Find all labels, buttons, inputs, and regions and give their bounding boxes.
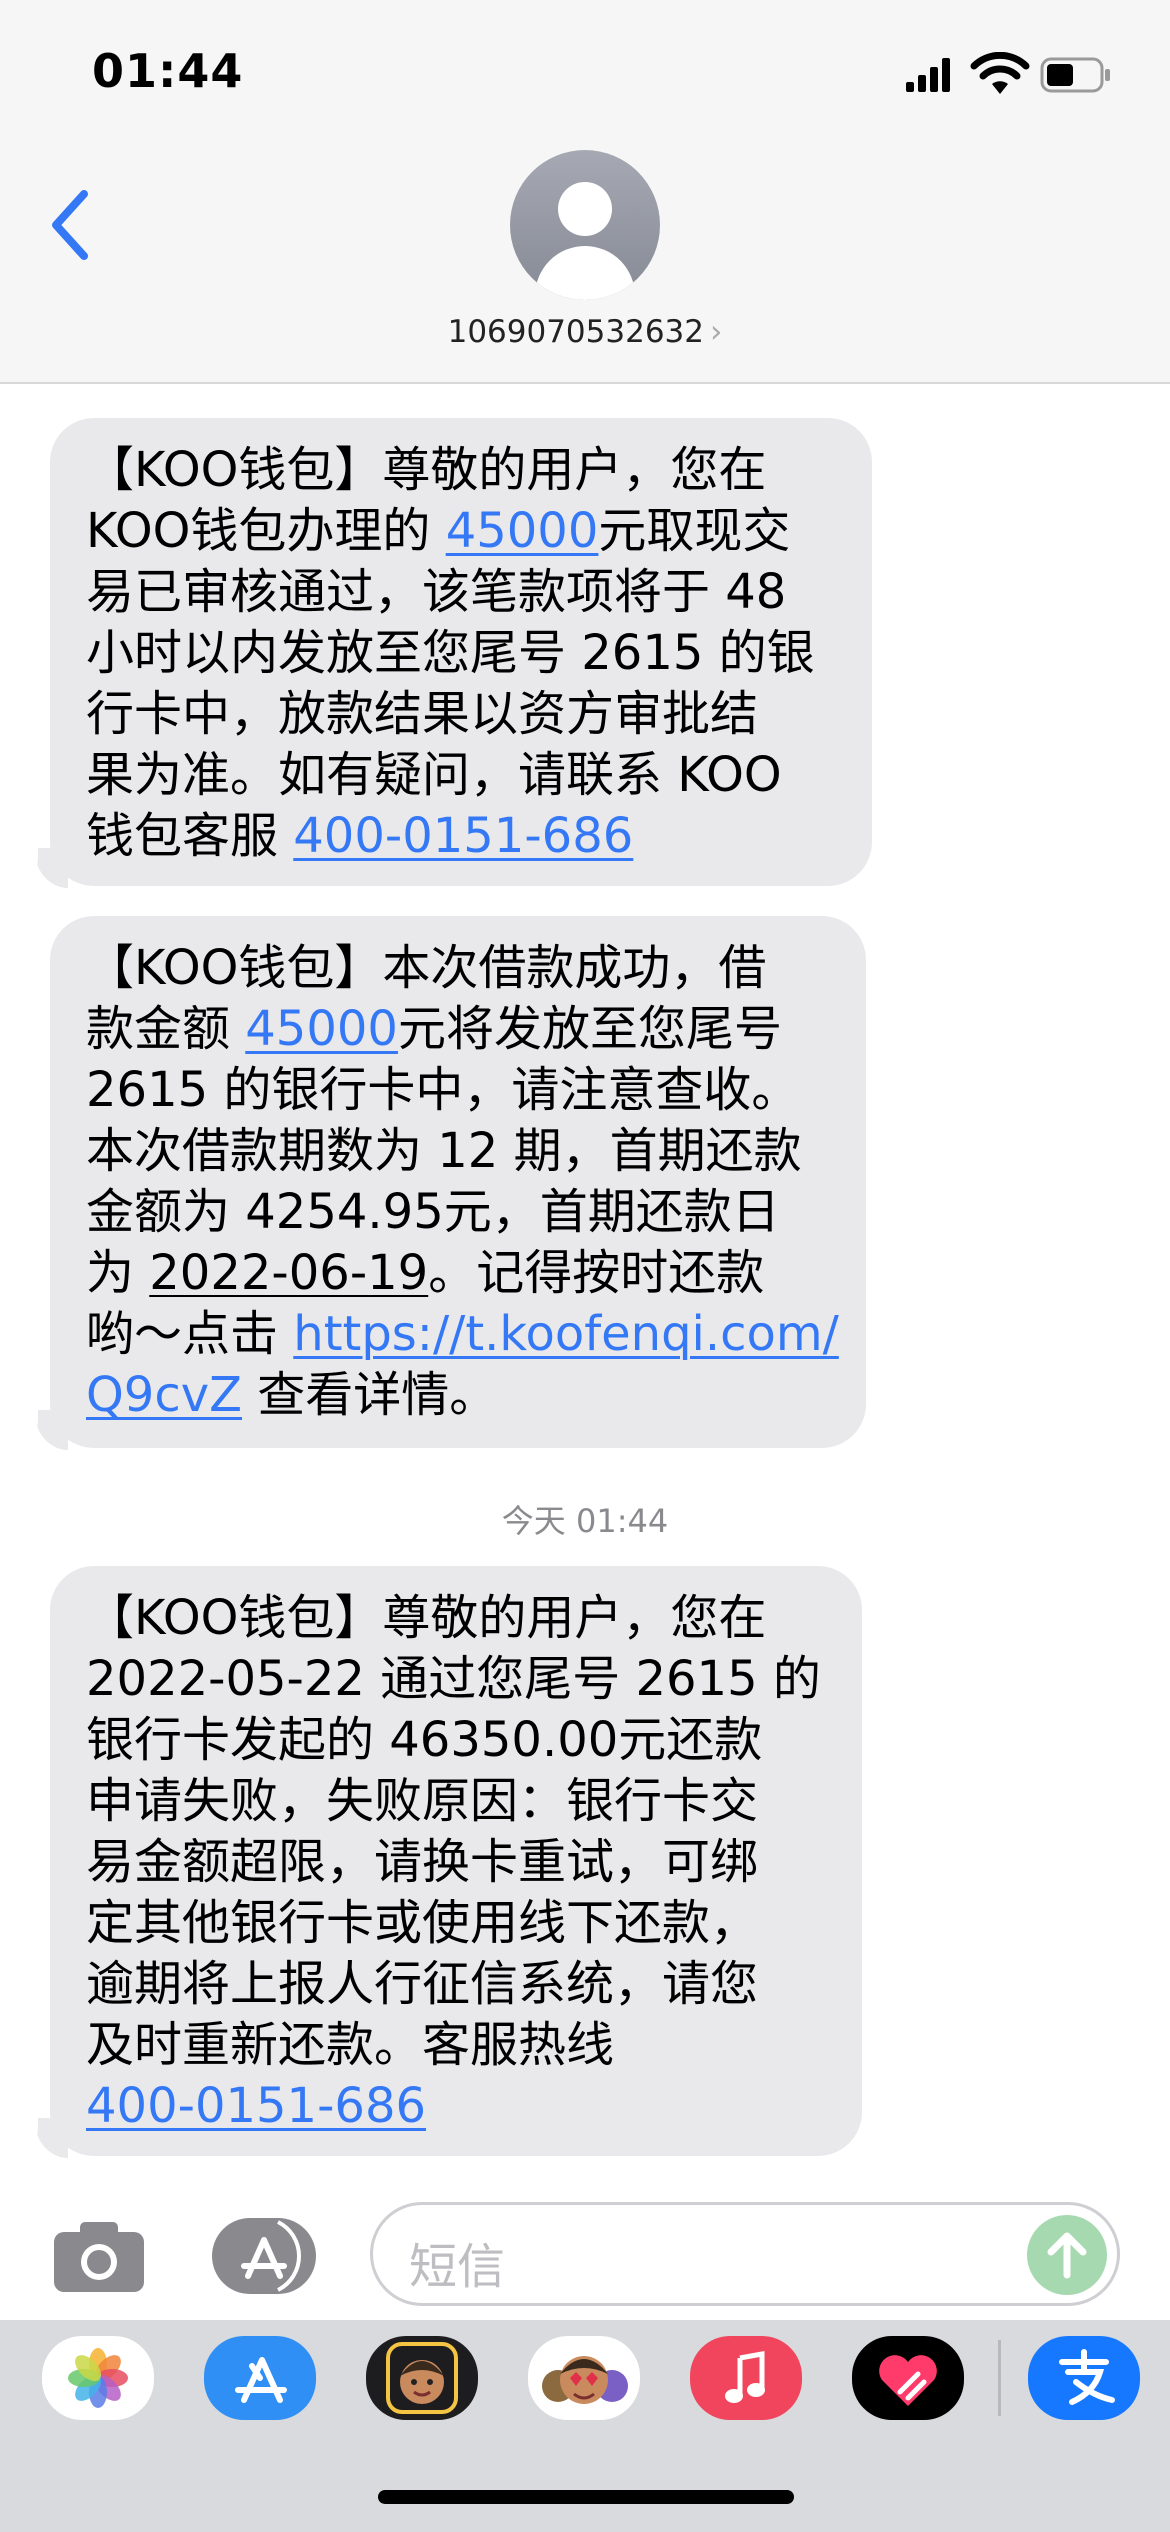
message-line: 申请失败，失败原因：银行卡交 <box>86 1771 826 1832</box>
message-text: KOO钱包办理的 <box>86 503 446 559</box>
message-line: 逾期将上报人行征信系统，请您 <box>86 1954 826 2015</box>
cellular-signal-icon <box>906 58 952 92</box>
bubble-tail <box>34 848 68 888</box>
message-date-link[interactable]: 2022-06-19 <box>149 1245 428 1301</box>
message-link[interactable]: https://t.koofenqi.com/ <box>293 1306 839 1362</box>
chevron-left-icon[interactable] <box>46 188 96 262</box>
app-store-icon[interactable] <box>208 2214 320 2298</box>
alipay-glyph-icon <box>1059 2349 1115 2405</box>
message-text: 本次借款期数为 12 期，首期还款 <box>86 1123 802 1179</box>
camera-icon[interactable] <box>52 2218 146 2294</box>
message-line: 易已审核通过，该笔款项将于 48 <box>86 562 836 623</box>
message-input-placeholder: 短信 <box>409 2239 506 2295</box>
message-text: 元将发放至您尾号 <box>397 1001 782 1057</box>
arrow-up-icon <box>1047 2232 1087 2279</box>
message-text: 款金额 <box>86 1001 246 1057</box>
message-input[interactable]: 短信 <box>370 2202 1120 2306</box>
contact-number-label: 1069070532632 <box>447 314 704 350</box>
message-text: 易金额超限，请换卡重试，可绑 <box>86 1834 759 1890</box>
battery-icon <box>1040 57 1110 93</box>
message-text: 【KOO钱包】尊敬的用户，您在 <box>86 442 767 498</box>
message-text: 元取现交 <box>598 503 791 559</box>
message-line: 行卡中，放款结果以资方审批结 <box>86 684 836 745</box>
message-bubble[interactable]: 【KOO钱包】本次借款成功，借 款金额 45000元将发放至您尾号 2615 的银行… <box>50 916 866 1448</box>
message-line: 银行卡发起的 46350.00元还款 <box>86 1710 826 1771</box>
message-text: 逾期将上报人行征信系统，请您 <box>86 1956 759 2012</box>
message-text: 哟～点击 <box>86 1306 294 1362</box>
status-time: 01:44 <box>92 44 244 98</box>
timestamp: 今天 01:44 <box>501 1502 669 1540</box>
message-text: 金额为 4254.95元，首期还款日 <box>86 1184 780 1240</box>
message-line: 【KOO钱包】尊敬的用户，您在 <box>86 1588 826 1649</box>
message-text: 定其他银行卡或使用线下还款， <box>86 1895 759 1951</box>
message-link[interactable]: 45000 <box>245 1001 398 1057</box>
message-line: 小时以内发放至您尾号 2615 的银 <box>86 623 836 684</box>
message-line: 【KOO钱包】本次借款成功，借 <box>86 938 830 999</box>
message-line: 2022-05-22 通过您尾号 2615 的 <box>86 1649 826 1710</box>
wifi-icon <box>970 52 1030 94</box>
message-line: 400-0151-686 <box>86 2076 826 2137</box>
conversation-header: 01:44 1069070532632 › <box>0 0 1170 384</box>
message-line: 金额为 4254.95元，首期还款日 <box>86 1182 830 1243</box>
alipay-app-icon[interactable] <box>1028 2336 1140 2420</box>
message-line: 定其他银行卡或使用线下还款， <box>86 1893 826 1954</box>
message-text: 查看详情。 <box>242 1367 498 1423</box>
message-line: KOO钱包办理的 45000元取现交 <box>86 501 836 562</box>
message-text: 2615 的银行卡中，请注意查收。 <box>86 1062 800 1118</box>
message-link[interactable]: 45000 <box>446 503 599 559</box>
message-text: 果为准。如有疑问，请联系 KOO <box>86 747 782 803</box>
message-line: 为 2022-06-19。记得按时还款 <box>86 1243 830 1304</box>
send-button[interactable] <box>1027 2215 1107 2295</box>
message-text: 及时重新还款。客服热线 <box>86 2017 615 2073</box>
contact-name[interactable]: 1069070532632 › <box>0 314 1170 350</box>
message-text: 易已审核通过，该笔款项将于 48 <box>86 564 787 620</box>
message-text: 银行卡发起的 46350.00元还款 <box>86 1712 763 1768</box>
music-app-icon[interactable] <box>690 2336 802 2420</box>
memoji-app-icon[interactable] <box>366 2336 478 2420</box>
message-line: 2615 的银行卡中，请注意查收。 <box>86 1060 830 1121</box>
fitness-app-icon[interactable] <box>852 2336 964 2420</box>
message-text: 小时以内发放至您尾号 2615 的银 <box>86 625 815 681</box>
home-indicator[interactable] <box>378 2490 794 2504</box>
message-line: 本次借款期数为 12 期，首期还款 <box>86 1121 830 1182</box>
message-line: 果为准。如有疑问，请联系 KOO <box>86 745 836 806</box>
bubble-tail <box>34 2118 68 2158</box>
music-note-icon <box>725 2351 765 2403</box>
message-line: 【KOO钱包】尊敬的用户，您在 <box>86 440 836 501</box>
message-line: Q9cvZ 查看详情。 <box>86 1365 830 1426</box>
chevron-right-icon: › <box>710 314 723 350</box>
message-text: 。记得按时还款 <box>428 1245 765 1301</box>
animoji-faces-icon <box>542 2356 628 2404</box>
message-text: 申请失败，失败原因：银行卡交 <box>86 1773 759 1829</box>
message-line: 钱包客服 400-0151-686 <box>86 806 836 867</box>
message-text: 【KOO钱包】本次借款成功，借 <box>86 940 767 996</box>
bubble-tail-mask <box>14 1410 38 1452</box>
message-bubble[interactable]: 【KOO钱包】尊敬的用户，您在 KOO钱包办理的 45000元取现交 易已审核通过，… <box>50 418 872 886</box>
message-line: 及时重新还款。客服热线 <box>86 2015 826 2076</box>
message-line: 易金额超限，请换卡重试，可绑 <box>86 1832 826 1893</box>
bubble-tail-mask <box>14 2118 38 2160</box>
memoji-face-icon <box>386 2342 458 2414</box>
animoji-app-icon[interactable] <box>528 2336 640 2420</box>
bubble-tail-mask <box>14 848 38 890</box>
photos-app-icon[interactable] <box>42 2336 154 2420</box>
app-store-app-icon[interactable] <box>204 2336 316 2420</box>
message-line: 哟～点击 https://t.koofenqi.com/ <box>86 1304 839 1365</box>
message-bubble[interactable]: 【KOO钱包】尊敬的用户，您在 2022-05-22 通过您尾号 2615 的银行… <box>50 1566 862 2156</box>
bubble-tail <box>34 1410 68 1450</box>
message-text: 2022-05-22 通过您尾号 2615 的 <box>86 1651 821 1707</box>
message-text: 【KOO钱包】尊敬的用户，您在 <box>86 1590 767 1646</box>
message-link[interactable]: 400-0151-686 <box>86 2078 426 2134</box>
app-store-glyph-icon <box>235 2357 287 2403</box>
message-link[interactable]: Q9cvZ <box>86 1367 242 1423</box>
person-icon[interactable] <box>510 150 660 300</box>
heart-icon <box>879 2355 937 2406</box>
message-text: 为 <box>86 1245 150 1301</box>
drawer-divider <box>998 2340 1001 2416</box>
message-text: 行卡中，放款结果以资方审批结 <box>86 686 759 742</box>
message-line: 款金额 45000元将发放至您尾号 <box>86 999 830 1060</box>
photos-flower-icon <box>68 2348 128 2408</box>
message-text: 钱包客服 <box>86 808 294 864</box>
message-link[interactable]: 400-0151-686 <box>293 808 633 864</box>
